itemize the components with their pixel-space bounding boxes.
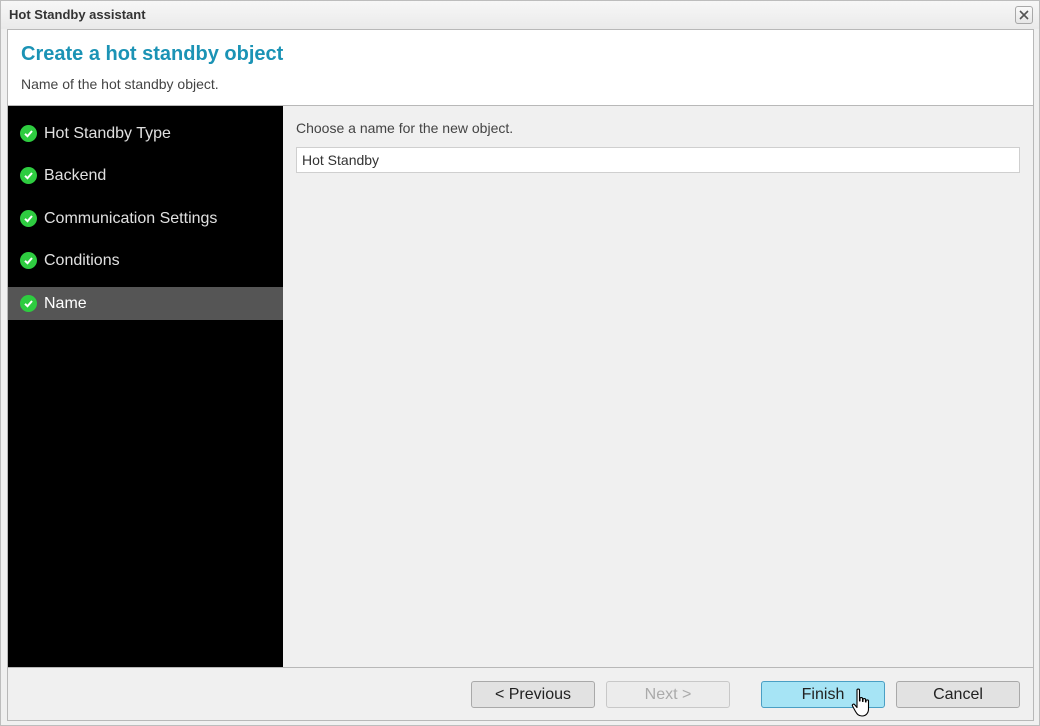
previous-button[interactable]: < Previous (471, 681, 595, 708)
step-communication-settings[interactable]: Communication Settings (8, 202, 283, 235)
assistant-window: Hot Standby assistant Create a hot stand… (0, 0, 1040, 726)
check-circle-icon (20, 295, 37, 312)
main-panel: Choose a name for the new object. (283, 106, 1033, 667)
step-label: Hot Standby Type (44, 124, 171, 142)
check-circle-icon (20, 210, 37, 227)
step-label: Communication Settings (44, 209, 218, 227)
step-hot-standby-type[interactable]: Hot Standby Type (8, 117, 283, 150)
page-subtitle: Name of the hot standby object. (21, 76, 219, 92)
next-button[interactable]: Next > (606, 681, 730, 708)
close-button[interactable] (1015, 6, 1033, 24)
step-label: Backend (44, 166, 107, 184)
check-circle-icon (20, 167, 37, 184)
steps-sidebar: Hot Standby Type Backend Communication S… (8, 106, 283, 667)
cancel-button[interactable]: Cancel (896, 681, 1020, 708)
wizard-footer: < Previous Next > Finish Cancel (8, 667, 1033, 720)
step-backend[interactable]: Backend (8, 159, 283, 192)
step-name[interactable]: Name (8, 287, 283, 320)
check-circle-icon (20, 125, 37, 142)
page-title: Create a hot standby object (21, 43, 284, 65)
step-label: Conditions (44, 251, 120, 269)
wizard-header: Create a hot standby object Name of the … (8, 30, 1033, 106)
close-icon (1019, 10, 1029, 20)
name-prompt: Choose a name for the new object. (296, 120, 514, 136)
step-conditions[interactable]: Conditions (8, 244, 283, 277)
finish-button[interactable]: Finish (761, 681, 885, 708)
step-label: Name (44, 294, 87, 312)
content-frame: Create a hot standby object Name of the … (7, 29, 1034, 721)
object-name-input[interactable] (296, 147, 1020, 173)
check-circle-icon (20, 252, 37, 269)
window-title: Hot Standby assistant (9, 7, 146, 22)
title-bar: Hot Standby assistant (1, 1, 1039, 29)
